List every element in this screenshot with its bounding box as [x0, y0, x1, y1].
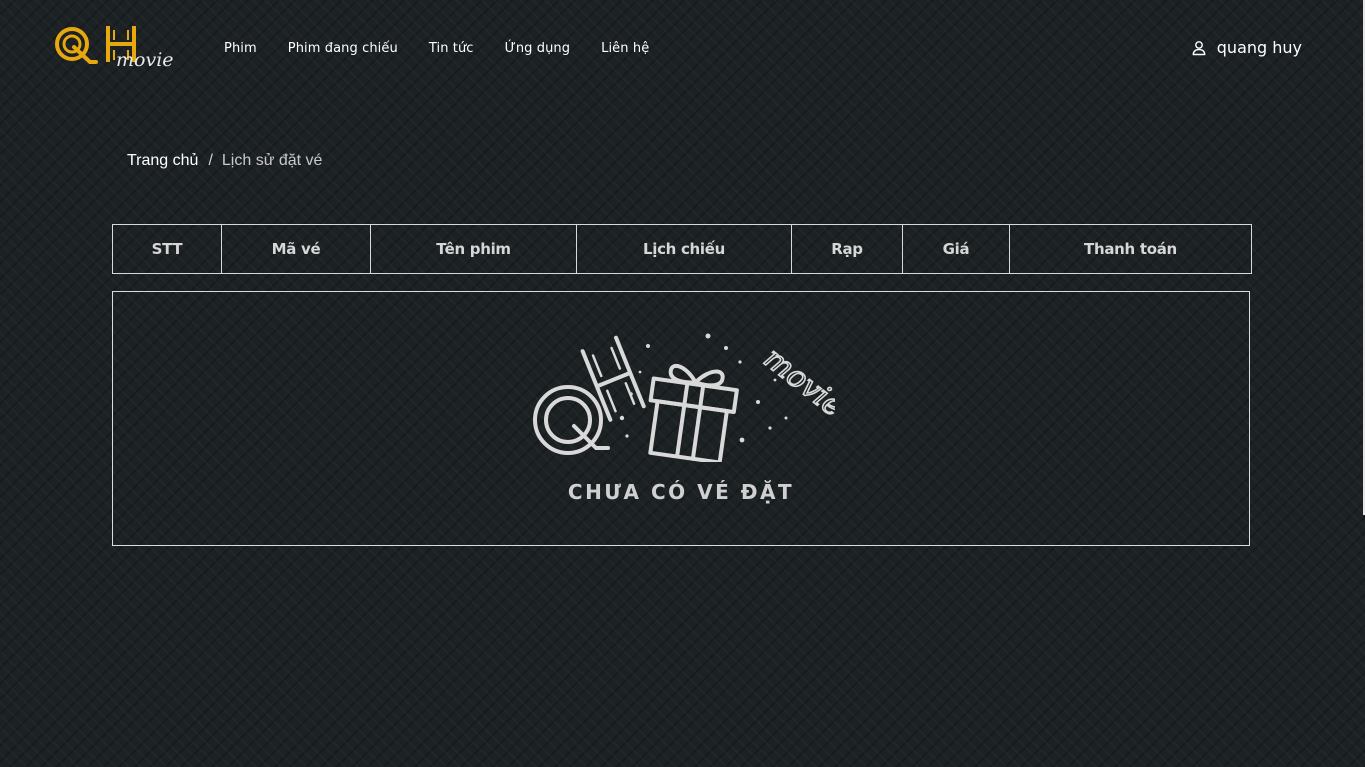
breadcrumb: Trang chủ / Lịch sử đặt vé	[127, 152, 322, 170]
breadcrumb-current: Lịch sử đặt vé	[221, 152, 323, 169]
booking-table-header: STT Mã vé Tên phim Lịch chiếu Rạp Giá Th…	[112, 224, 1252, 274]
site-logo[interactable]: movie	[50, 20, 185, 72]
main-nav: Phim Phim đang chiếu Tin tức Ứng dụng Li…	[224, 41, 680, 56]
empty-state-panel: movie CHƯA CÓ VÉ ĐẶT	[112, 291, 1250, 546]
column-header-thanh-toan: Thanh toán	[1084, 240, 1177, 258]
gift-box-icon: movie	[530, 322, 851, 465]
user-name: quang huy	[1216, 38, 1302, 57]
breadcrumb-home-link[interactable]: Trang chủ	[127, 152, 198, 170]
breadcrumb-separator: /	[208, 152, 213, 169]
nav-item-phim[interactable]: Phim	[224, 41, 257, 56]
site-header: movie Phim Phim đang chiếu Tin tức Ứng d…	[0, 0, 1365, 100]
column-header-stt: STT	[113, 225, 222, 273]
column-header-lich-chieu: Lịch chiếu	[577, 225, 792, 273]
svg-text:movie: movie	[757, 341, 835, 424]
column-header-rap: Rạp	[792, 225, 903, 273]
empty-state-message: CHƯA CÓ VÉ ĐẶT	[567, 480, 795, 504]
user-menu[interactable]: quang huy	[1191, 38, 1302, 57]
column-header-ma-ve: Mã vé	[222, 225, 371, 273]
user-icon	[1191, 40, 1207, 56]
nav-item-tin-tuc[interactable]: Tin tức	[429, 41, 474, 56]
column-header-ten-phim: Tên phim	[371, 225, 577, 273]
nav-item-lien-he[interactable]: Liên hệ	[601, 41, 649, 56]
nav-item-ung-dung[interactable]: Ứng dụng	[505, 41, 571, 56]
column-header-gia: Giá	[903, 225, 1010, 273]
svg-text:movie: movie	[116, 49, 174, 71]
nav-item-phim-dang-chieu[interactable]: Phim đang chiếu	[288, 41, 398, 56]
